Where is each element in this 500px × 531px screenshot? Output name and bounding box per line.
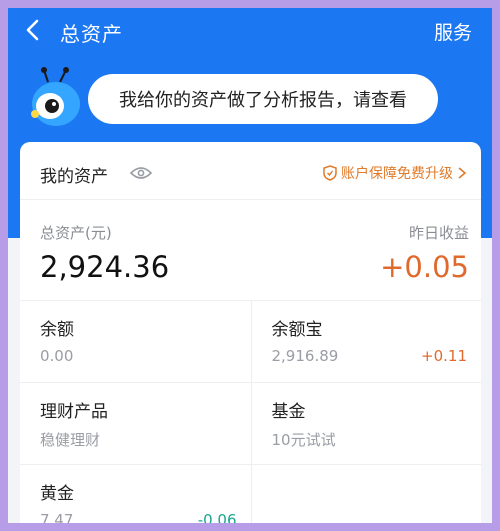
analysis-report-bubble[interactable]: 我给你的资产做了分析报告，请查看 [88,74,438,124]
asset-item-fund[interactable]: 基金 10元试试 [250,383,482,464]
asset-item-wealth-products[interactable]: 理财产品 稳健理财 [20,383,251,464]
asset-item-value: 10元试试 [271,431,336,449]
asset-item-value: 0.00 [40,347,74,365]
asset-item-label: 黄金 [40,484,74,504]
asset-item-value: 2,916.89 [271,347,339,365]
yesterday-earnings-label: 昨日收益 [408,224,469,242]
asset-item-empty [250,465,482,523]
card-title: 我的资产 [40,167,108,187]
navigation-bar: 总资产 服务 [8,8,492,52]
asset-item-change: -0.06 [197,511,237,523]
asset-grid: 余额 0.00 余额宝 2,916.89 +0.11 理财产品 稳健理财 基金 … [20,300,481,523]
asset-item-value: 7.47 [40,511,74,523]
chevron-right-icon [458,167,467,179]
asset-item-gold[interactable]: 黄金 7.47 -0.06 [20,465,251,523]
back-arrow-icon[interactable] [22,18,46,42]
yesterday-earnings-value[interactable]: +0.05 [380,250,469,284]
service-button[interactable]: 服务 [434,18,472,45]
asset-item-label: 基金 [271,402,306,422]
upgrade-label: 账户保障免费升级 [341,166,453,182]
asset-item-label: 余额宝 [271,320,323,340]
asset-row: 黄金 7.47 -0.06 [20,465,481,523]
total-assets-value[interactable]: 2,924.36 [40,250,169,284]
eye-icon[interactable] [130,166,152,180]
asset-card: 我的资产 账户保障免费升级 总资产(元) 昨日收益 2,924.36 +0.05 [20,142,481,523]
total-assets-label: 总资产(元) [40,224,112,242]
asset-item-value: 稳健理财 [40,431,101,449]
asset-item-balance[interactable]: 余额 0.00 [20,301,251,382]
app-screen: 总资产 服务 我给你的资产做了分析报告，请查看 我的资产 账户保障免费升级 总资… [8,8,492,523]
shield-icon [323,165,337,181]
asset-item-change: +0.11 [421,347,467,365]
assistant-mascot-icon[interactable] [26,66,84,128]
asset-item-label: 余额 [40,320,74,340]
page-title: 总资产 [60,22,123,46]
card-header: 我的资产 账户保障免费升级 [20,142,481,200]
security-upgrade-link[interactable]: 账户保障免费升级 [323,163,467,183]
asset-item-label: 理财产品 [40,402,108,422]
asset-item-yuebao[interactable]: 余额宝 2,916.89 +0.11 [250,301,482,382]
asset-row: 余额 0.00 余额宝 2,916.89 +0.11 [20,301,481,383]
asset-row: 理财产品 稳健理财 基金 10元试试 [20,383,481,465]
